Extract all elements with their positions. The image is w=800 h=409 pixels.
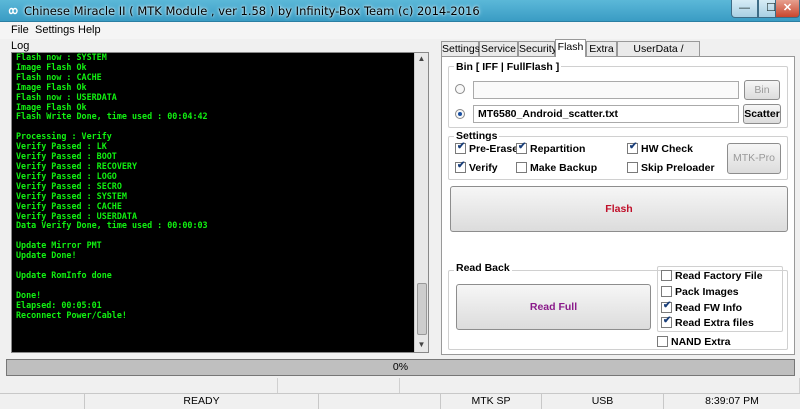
menu-help[interactable]: Help xyxy=(78,24,101,36)
log-label: Log xyxy=(11,40,30,52)
readback-group-label: Read Back xyxy=(454,262,512,274)
skip-preloader-label: Skip Preloader xyxy=(641,162,715,174)
tab-security[interactable]: Security xyxy=(518,41,557,56)
read-extra-files-label: Read Extra files xyxy=(675,317,754,329)
log-line: Verify Passed : CACHE xyxy=(16,200,122,211)
menu-bar: File Settings Help xyxy=(0,22,800,39)
hw-check-label: HW Check xyxy=(641,143,693,155)
window-title: Chinese Miracle II ( MTK Module , ver 1.… xyxy=(24,4,480,18)
bin-button[interactable]: Bin xyxy=(744,80,780,100)
read-full-button[interactable]: Read Full xyxy=(456,284,651,330)
pre-erase-label: Pre-Erase xyxy=(469,143,519,155)
info-cell-1 xyxy=(0,378,278,393)
status-bar: READY MTK SP 65|67|83|81|xx USB 8:39:07 … xyxy=(0,393,800,409)
log-line: Reconnect Power/Cable! xyxy=(16,309,127,320)
tab-extra[interactable]: Extra xyxy=(586,41,617,56)
read-fw-info-label: Read FW Info xyxy=(675,302,743,314)
nand-extra-label: NAND Extra xyxy=(671,336,731,348)
progress-bar: 0% xyxy=(6,359,795,376)
read-factory-file-box[interactable] xyxy=(661,270,672,281)
log-line: Flash Write Done, time used : 00:04:42 xyxy=(16,111,208,122)
bin-radio[interactable] xyxy=(455,84,465,94)
log-line: Update Done! xyxy=(16,250,77,261)
pack-images-label: Pack Images xyxy=(675,286,739,298)
tab-settings[interactable]: Settings xyxy=(441,41,480,56)
mtk-pro-button[interactable]: MTK-Pro xyxy=(727,143,781,174)
app-infinity-icon xyxy=(8,7,18,15)
minimize-icon: — xyxy=(739,2,750,14)
scatter-button[interactable]: Scatter xyxy=(743,104,781,124)
skip-preloader-box[interactable] xyxy=(627,162,638,173)
log-scrollbar[interactable]: ▲ ▼ xyxy=(414,53,428,352)
pre-erase-box[interactable] xyxy=(455,141,466,154)
scatter-path-field[interactable]: MT6580_Android_scatter.txt xyxy=(473,105,739,123)
log-output[interactable]: Flash now : SYSTEM Image Flash Ok Flash no… xyxy=(11,52,429,353)
verify-box[interactable] xyxy=(455,160,466,173)
tab-service[interactable]: Service xyxy=(479,41,518,56)
scroll-thumb[interactable] xyxy=(417,283,427,335)
verify-label: Verify xyxy=(469,162,498,174)
close-icon: ✕ xyxy=(782,2,793,14)
status-blank-2 xyxy=(319,394,441,409)
status-time: 8:39:07 PM xyxy=(705,395,759,407)
nand-extra-box[interactable] xyxy=(657,336,668,347)
menu-file[interactable]: File xyxy=(11,24,29,36)
bin-path-field[interactable] xyxy=(473,81,739,99)
scroll-down-icon[interactable]: ▼ xyxy=(415,339,428,351)
log-line: Update RomInfo done xyxy=(16,269,112,280)
scatter-radio[interactable] xyxy=(455,109,465,119)
status-cell-blank xyxy=(0,394,85,409)
log-text: Flash now : SYSTEM Image Flash Ok Flash no… xyxy=(16,53,414,320)
read-fw-info-box[interactable] xyxy=(661,300,672,313)
status-state: READY xyxy=(85,394,319,409)
hw-check-box[interactable] xyxy=(627,141,638,154)
scroll-up-icon[interactable]: ▲ xyxy=(415,53,428,65)
make-backup-label: Make Backup xyxy=(530,162,598,174)
status-device: MTK SP 65|67|83|81|xx xyxy=(441,394,542,409)
flash-button[interactable]: Flash xyxy=(450,186,788,232)
title-bar: Chinese Miracle II ( MTK Module , ver 1.… xyxy=(0,0,800,22)
repartition-label: Repartition xyxy=(530,143,586,155)
pack-images-box[interactable] xyxy=(661,286,672,297)
read-extra-files-box[interactable] xyxy=(661,315,672,328)
status-connection: USB xyxy=(542,394,664,409)
menu-settings[interactable]: Settings xyxy=(35,24,75,36)
bin-group-label: Bin [ IFF | FullFlash ] xyxy=(454,61,562,73)
read-factory-file-label: Read Factory File xyxy=(675,270,763,282)
progress-text: 0% xyxy=(392,361,409,373)
make-backup-box[interactable] xyxy=(516,162,527,173)
tab-userdata-forensic[interactable]: UserData / Forensic xyxy=(617,41,700,69)
info-cell-2 xyxy=(278,378,400,393)
log-line: Data Verify Done, time used : 00:00:03 xyxy=(16,220,208,231)
info-cell-3 xyxy=(400,378,800,393)
close-button[interactable]: ✕ xyxy=(775,0,800,18)
minimize-button[interactable]: — xyxy=(731,0,758,18)
tab-flash[interactable]: Flash xyxy=(555,39,586,57)
repartition-box[interactable] xyxy=(516,141,527,154)
info-bar xyxy=(0,378,800,393)
